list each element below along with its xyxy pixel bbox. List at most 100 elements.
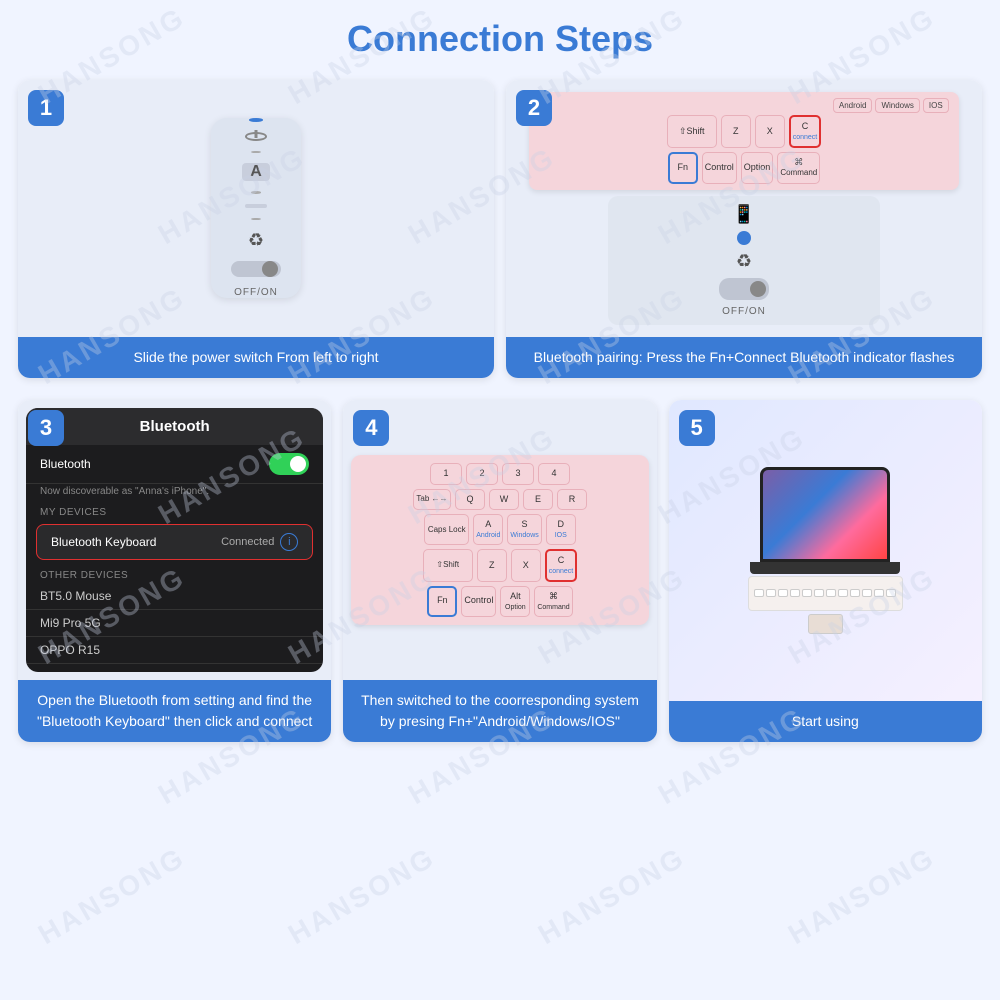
bt-other-device-2[interactable]: OPPO R15: [26, 637, 323, 664]
connected-badge: Connected: [221, 536, 274, 548]
ios-key: IOS: [923, 98, 949, 113]
shift-key-4: ⇧Shift: [423, 549, 473, 582]
bt-header: Bluetooth: [26, 408, 323, 445]
bottom-steps-grid: 3 Bluetooth Bluetooth Now discoverable a…: [0, 400, 1000, 752]
power-slider[interactable]: [231, 261, 281, 277]
tab-key: Tab ←→: [413, 489, 451, 511]
bt-toggle-row: Bluetooth: [26, 445, 323, 484]
mini-key-7: [826, 589, 836, 597]
step-5-image: 5: [669, 400, 982, 701]
keyboard-bar: [748, 576, 903, 611]
mini-key-9: [850, 589, 860, 597]
a-key: AAndroid: [473, 514, 503, 545]
off-on-label-2: OFF/ON: [722, 306, 766, 317]
off-on-label: OFF/ON: [234, 287, 278, 298]
step-3-card: 3 Bluetooth Bluetooth Now discoverable a…: [18, 400, 331, 742]
key-row-shift-z-x-c: ⇧Shift Z X Cconnect: [535, 115, 952, 148]
indicator-dot-2: [251, 191, 261, 194]
step-3-number: 3: [28, 410, 64, 446]
caps-lock-key: Caps Lock: [424, 514, 469, 545]
x-key: X: [755, 115, 785, 148]
indicator-dot-1: [251, 151, 261, 154]
r-key: R: [557, 489, 587, 511]
command-key: ⌘Command: [777, 152, 820, 184]
info-icon[interactable]: i: [280, 533, 298, 551]
shift-zxc-row: ⇧Shift Z X Cconnect: [359, 549, 640, 582]
bt-discoverable-text: Now discoverable as "Anna's iPhone".: [26, 484, 323, 501]
z-key: Z: [721, 115, 751, 148]
page-title: Connection Steps: [0, 0, 1000, 70]
step-3-image: 3 Bluetooth Bluetooth Now discoverable a…: [18, 400, 331, 680]
bluetooth-settings-ui: Bluetooth Bluetooth Now discoverable as …: [26, 408, 323, 672]
mini-key-10: [862, 589, 872, 597]
letter-a-icon: A: [242, 163, 270, 181]
step-1-image: 1 A ♻ OFF/ON: [18, 80, 494, 337]
mini-key-1: [754, 589, 764, 597]
device-lower: 📱 ♻ OFF/ON: [608, 196, 879, 325]
c-connect-key-4: Cconnect: [545, 549, 578, 582]
tablet-screen: [760, 467, 890, 562]
bt-toggle-knob: [290, 456, 306, 472]
step-4-card: 4 1 2 3 4 Tab ←→ Q W E R: [343, 400, 656, 742]
slider-knob-2: [750, 281, 766, 297]
num-1: 1: [430, 463, 462, 485]
link-icon: ♻: [248, 230, 264, 251]
option-key-4: AltOption: [500, 586, 530, 617]
e-key: E: [523, 489, 553, 511]
step-1-card: 1 A ♻ OFF/ON Slide the power switch From…: [18, 80, 494, 378]
bt-other-device-1[interactable]: Mi9 Pro 5G: [26, 610, 323, 637]
device-illustration: A ♻ OFF/ON: [211, 118, 301, 298]
d-key: DIOS: [546, 514, 576, 545]
power-led-dot: [249, 118, 263, 122]
indicator-dot-3: [251, 218, 261, 221]
fn-row-4: Fn Control AltOption ⌘Command: [359, 586, 640, 617]
windows-key: Windows: [875, 98, 919, 113]
power-icon: [245, 132, 267, 141]
bt-other-device-0[interactable]: BT5.0 Mouse: [26, 583, 323, 610]
step-2-number: 2: [516, 90, 552, 126]
shift-key: ⇧Shift: [667, 115, 717, 148]
step-2-image: 2 Android Windows IOS ⇧Shift Z X Cconnec…: [506, 80, 982, 337]
step-1-caption: Slide the power switch From left to righ…: [18, 337, 494, 378]
num-4: 4: [538, 463, 570, 485]
tablet-with-keyboard: [748, 467, 903, 634]
keyboard-upper: Android Windows IOS ⇧Shift Z X Cconnect …: [529, 92, 958, 190]
step-5-caption: Start using: [669, 701, 982, 742]
top-keys-row: Android Windows IOS: [535, 98, 952, 115]
link-icon-2: ♻: [736, 251, 752, 272]
step-4-image: 4 1 2 3 4 Tab ←→ Q W E R: [343, 400, 656, 680]
bt-keyboard-device[interactable]: Bluetooth Keyboard Connected i: [36, 524, 313, 560]
mini-key-5: [802, 589, 812, 597]
fn-key-4: Fn: [427, 586, 457, 617]
step-3-caption: Open the Bluetooth from setting and find…: [18, 680, 331, 742]
z-key-4: Z: [477, 549, 507, 582]
x-key-4: X: [511, 549, 541, 582]
bt-toggle-switch[interactable]: [269, 453, 309, 475]
keyboard-step4: 1 2 3 4 Tab ←→ Q W E R Caps Lock AAndroi…: [351, 455, 648, 625]
s-key: SWindows: [507, 514, 541, 545]
mini-key-11: [874, 589, 884, 597]
control-key: Control: [702, 152, 737, 184]
power-slider-2[interactable]: [719, 278, 769, 300]
mini-key-6: [814, 589, 824, 597]
step-4-caption: Then switched to the coorresponding syst…: [343, 680, 656, 742]
q-key: Q: [455, 489, 485, 511]
command-key-4: ⌘Command: [534, 586, 572, 617]
android-key: Android: [833, 98, 873, 113]
step-1-number: 1: [28, 90, 64, 126]
mini-key-3: [778, 589, 788, 597]
mini-key-12: [886, 589, 896, 597]
tablet-base: [750, 562, 900, 574]
step-2-caption: Bluetooth pairing: Press the Fn+Connect …: [506, 337, 982, 378]
my-devices-label: MY DEVICES: [26, 501, 323, 520]
step-4-number: 4: [353, 410, 389, 446]
tab-qwer-row: Tab ←→ Q W E R: [359, 489, 640, 511]
num-row: 1 2 3 4: [359, 463, 640, 485]
mini-key-2: [766, 589, 776, 597]
step-2-card: 2 Android Windows IOS ⇧Shift Z X Cconnec…: [506, 80, 982, 378]
key-row-fn-ctrl-opt-cmd: Fn Control Option ⌘Command: [535, 152, 952, 184]
top-steps-grid: 1 A ♻ OFF/ON Slide the power switch From…: [0, 70, 1000, 400]
other-devices-label: OTHER DEVICES: [26, 564, 323, 583]
mini-key-4: [790, 589, 800, 597]
trackpad: [808, 614, 843, 634]
